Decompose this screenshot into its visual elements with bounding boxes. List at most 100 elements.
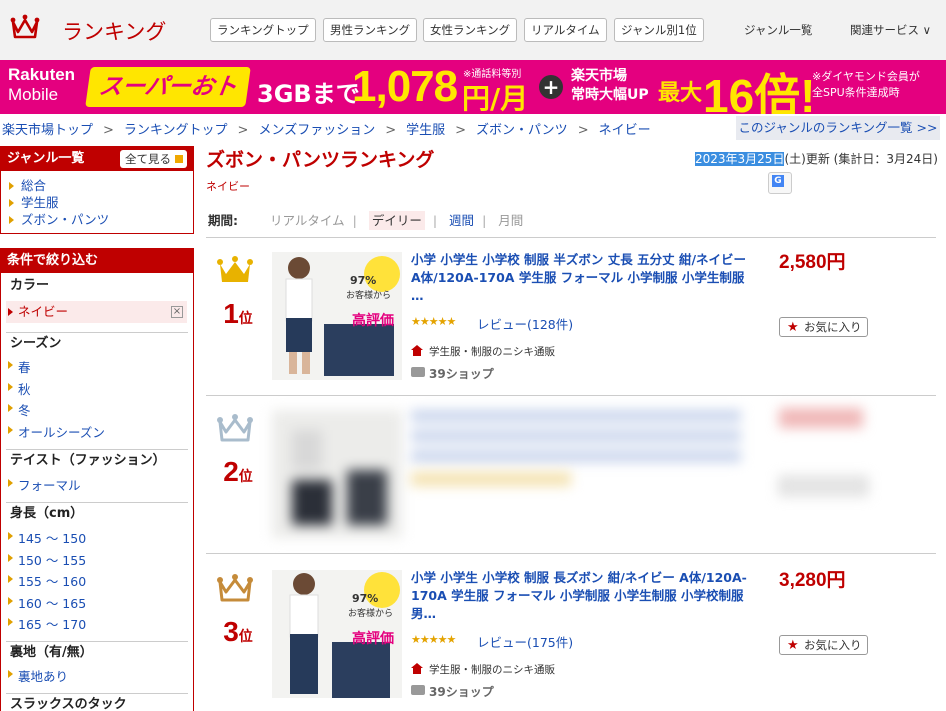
crown-logo-icon[interactable]	[10, 12, 40, 42]
filter-height-item[interactable]: 155 ～ 160	[8, 571, 86, 590]
rank-digit: 2	[223, 456, 239, 487]
filter-height-item[interactable]: 160 ～ 165	[8, 593, 86, 612]
image-badge-text: お客様から	[346, 291, 392, 301]
product-price: 2,580円	[779, 252, 846, 273]
banner-plus-icon: +	[539, 75, 563, 99]
banner-3gb-text: 3GBまで	[257, 80, 360, 108]
period-selector: 期間: リアルタイム | デイリー | 週間 | 月間	[208, 210, 523, 230]
ranking-brand-title[interactable]: ランキング	[62, 16, 166, 46]
rank-number: 3位	[216, 616, 260, 648]
breadcrumb-separator: >	[103, 123, 114, 138]
shop-name-link[interactable]: 学生服・制服のニシキ通販	[411, 662, 555, 677]
breadcrumb-item[interactable]: ズボン・パンツ	[476, 123, 568, 138]
nav-genre-list-link[interactable]: ジャンル一覧	[744, 22, 812, 38]
period-option-weekly[interactable]: 週間	[449, 213, 474, 228]
shop-name-label: 学生服・制服のニシキ通販	[429, 346, 555, 358]
filter-lining-item[interactable]: 裏地あり	[8, 666, 68, 685]
period-option-daily[interactable]: デイリー	[368, 211, 425, 230]
banner-yen-month: 円/月	[462, 82, 529, 114]
breadcrumb-separator: >	[237, 123, 249, 138]
rakuten-mobile-banner[interactable]: Rakuten Mobile スーパーおトク 3GBまで 1,078 ※通話料等…	[0, 60, 946, 114]
rank-number: 2位	[216, 456, 260, 488]
updated-date: 2023年3月25日(土)更新 (集計日：3月24日)	[695, 150, 938, 167]
filter-season-item[interactable]: 冬	[8, 400, 31, 419]
breadcrumb-item[interactable]: ランキングトップ	[124, 123, 228, 138]
updated-date-rest: (土)更新 (集計日：3月24日)	[784, 152, 938, 166]
banner-16x-text: 16倍!	[703, 70, 816, 114]
sidebar-genre-item[interactable]: ズボン・パンツ	[1, 211, 193, 228]
blurred-favorite-button[interactable]	[779, 476, 868, 496]
nav-ranking-top-button[interactable]: ランキングトップ	[210, 18, 316, 42]
breadcrumb-item[interactable]: 学生服	[406, 123, 445, 138]
nav-women-ranking-button[interactable]: 女性ランキング	[423, 18, 518, 42]
product-price: 3,280円	[779, 570, 846, 591]
free-shipping-39-badge: 39ショップ	[411, 365, 494, 382]
bronze-crown-icon	[217, 574, 253, 602]
rating-stars-icon: ★★★★★	[411, 633, 456, 646]
review-count-link[interactable]: レビュー(175件)	[477, 632, 573, 651]
shop-home-icon	[411, 345, 423, 356]
breadcrumb: 楽天市場トップ > ランキングトップ > メンズファッション > 学生服 > ズボン・パンツ > ネ…	[2, 119, 651, 138]
filter-season-item[interactable]: オールシーズン	[8, 422, 105, 441]
nav-related-services-dropdown[interactable]: 関連サービス ∨	[850, 22, 931, 38]
truck-icon	[411, 367, 425, 377]
image-badge-percent: 97%	[350, 274, 377, 287]
product-title-link[interactable]: 小学 小学生 小学校 制服 半ズボン 丈長 五分丈 紺/ネイビー A体/120A…	[411, 251, 756, 305]
period-option-realtime[interactable]: リアルタイム	[270, 213, 345, 228]
banner-mobile-text: Mobile	[8, 85, 59, 104]
nav-realtime-button[interactable]: リアルタイム	[524, 18, 607, 42]
filter-season-item[interactable]: 春	[8, 357, 31, 376]
sidebar-filter-header: 条件で絞り込む	[1, 249, 193, 273]
filter-height-item[interactable]: 165 ～ 170	[8, 614, 86, 633]
rank-suffix: 位	[238, 468, 253, 484]
filter-lining-title: 裏地（有/無）	[6, 641, 188, 663]
filter-taste-item[interactable]: フォーマル	[8, 475, 81, 494]
product-image[interactable]: 97% お客様から 高評価	[272, 252, 402, 380]
breadcrumb-separator: >	[385, 123, 397, 138]
product-image[interactable]: 97% お客様から 高評価	[272, 570, 402, 698]
add-favorite-button[interactable]: ★ お気に入り	[779, 635, 868, 655]
breadcrumb-item[interactable]: 楽天市場トップ	[2, 123, 93, 138]
sidebar-genre-box: ジャンル一覧 全て見る 総合 学生服 ズボン・パンツ	[0, 146, 194, 234]
period-option-monthly[interactable]: 月間	[498, 213, 523, 228]
page-title: ズボン・パンツランキング	[206, 149, 435, 171]
site-header: ランキング ランキングトップ 男性ランキング 女性ランキング リアルタイム ジャ…	[0, 0, 946, 60]
blurred-title	[411, 410, 741, 464]
review-count-link[interactable]: レビュー(128件)	[477, 314, 573, 333]
add-favorite-button[interactable]: ★ お気に入り	[779, 317, 868, 337]
sidebar-genre-item[interactable]: 学生服	[1, 194, 193, 211]
divider	[206, 553, 936, 554]
banner-note-line2: 全SPU条件達成時	[812, 86, 900, 99]
filter-height-item[interactable]: 150 ～ 155	[8, 550, 86, 569]
banner-rakuten-text: Rakuten	[8, 65, 76, 84]
banner-super-otoku: スーパーおトク	[85, 67, 251, 107]
breadcrumb-item[interactable]: メンズファッション	[258, 123, 375, 138]
see-all-button[interactable]: 全て見る	[120, 150, 187, 168]
filter-color-navy-selected[interactable]: ネイビー ×	[6, 301, 187, 323]
remove-filter-close-icon[interactable]: ×	[171, 306, 183, 318]
free-shipping-39-badge: 39ショップ	[411, 683, 494, 700]
product-image-blurred[interactable]	[272, 410, 402, 538]
filter-season-title: シーズン	[6, 332, 188, 354]
star-icon: ★	[787, 320, 799, 335]
blurred-photo-graphic	[272, 410, 402, 538]
rank-digit: 1	[223, 298, 239, 329]
sidebar-genre-header: ジャンル一覧 全て見る	[1, 147, 193, 171]
page-subtitle: ネイビー	[206, 180, 250, 193]
filter-season-item[interactable]: 秋	[8, 379, 31, 398]
genre-ranking-list-link[interactable]: このジャンルのランキング一覧 >>	[736, 116, 940, 140]
nav-genre-first-button[interactable]: ジャンル別1位	[614, 18, 704, 42]
google-translate-icon[interactable]: G	[768, 172, 792, 194]
nav-men-ranking-button[interactable]: 男性ランキング	[323, 18, 418, 42]
shop-name-link[interactable]: 学生服・制服のニシキ通販	[411, 344, 555, 359]
filter-height-item[interactable]: 145 ～ 150	[8, 528, 86, 547]
shop-name-label: 学生服・制服のニシキ通販	[429, 664, 555, 676]
rank-suffix: 位	[238, 310, 253, 326]
breadcrumb-item[interactable]: ネイビー	[599, 123, 651, 138]
product-title-link[interactable]: 小学 小学生 小学校 制服 長ズボン 紺/ネイビー A体/120A-170A 学…	[411, 569, 756, 623]
translate-g-glyph: G	[772, 175, 784, 187]
favorite-label: お気に入り	[804, 320, 862, 334]
period-divider: |	[482, 213, 487, 228]
filter-color-title: カラー	[10, 278, 50, 293]
sidebar-genre-item[interactable]: 総合	[1, 177, 193, 194]
